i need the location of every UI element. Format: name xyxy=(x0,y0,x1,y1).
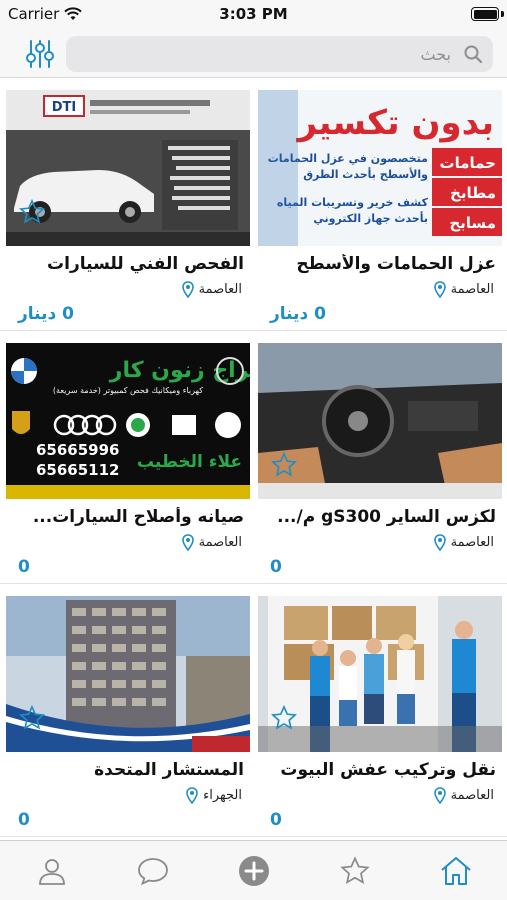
location-label: العاصمة xyxy=(450,535,494,550)
ad-tag: حمامات xyxy=(440,154,497,172)
listing-title: الفحص الفني للسيارات xyxy=(47,254,244,274)
person-icon xyxy=(39,859,65,885)
listing-price: 0 xyxy=(18,557,30,577)
home-icon xyxy=(441,857,471,885)
location-pin-icon xyxy=(433,787,446,804)
location-pin-icon xyxy=(433,281,446,298)
ad-text-line: كشف خرير وتسريبات المياه xyxy=(277,196,429,209)
listing-card[interactable]: DTI الفحص الفني للسيارات العاصمة 0 دينار xyxy=(6,78,250,324)
listing-price: 0 دينار xyxy=(18,304,74,324)
location-label: العاصمة xyxy=(198,535,242,550)
listing-location: العاصمة xyxy=(433,281,494,298)
listing-title: صيانه وأصلاح السيارات... xyxy=(32,507,244,527)
location-pin-icon xyxy=(186,787,198,804)
listing-card[interactable]: نقل وتركيب عفش البيوت العاصمة 0 xyxy=(258,584,502,830)
tab-profile[interactable] xyxy=(34,853,70,889)
search-header xyxy=(0,30,507,78)
location-label: الجهراء xyxy=(203,788,242,803)
listings-grid: بدون تكسير متخصصون في عزل الحمامات والأس… xyxy=(0,78,507,840)
ad-phone: 65665996 xyxy=(36,441,120,459)
listing-title: عزل الحمامات والأسطح xyxy=(296,254,496,274)
ad-image-insulation: بدون تكسير متخصصون في عزل الحمامات والأس… xyxy=(258,90,502,246)
location-pin-icon xyxy=(181,281,194,298)
location-pin-icon xyxy=(433,534,446,551)
add-circle-icon xyxy=(239,856,269,886)
listing-image: كراج زنون كار كهرباء وميكانيك فحص كمبيوت… xyxy=(6,343,250,499)
listing-image: بدون تكسير متخصصون في عزل الحمامات والأس… xyxy=(258,90,502,246)
listing-price: 0 xyxy=(18,810,30,830)
listing-card[interactable]: بدون تكسير متخصصون في عزل الحمامات والأس… xyxy=(258,78,502,324)
listing-location: العاصمة xyxy=(433,787,494,804)
listing-title: لكزس الساير gS300 م/... xyxy=(277,507,496,527)
listing-location: العاصمة xyxy=(181,534,242,551)
listing-card[interactable]: كراج زنون كار كهرباء وميكانيك فحص كمبيوت… xyxy=(6,331,250,577)
listing-card[interactable]: لكزس الساير gS300 م/... العاصمة 0 xyxy=(258,331,502,577)
tab-home[interactable] xyxy=(438,853,474,889)
ad-text-headline: كراج زنون كار xyxy=(109,358,250,383)
star-icon[interactable] xyxy=(18,198,46,226)
battery-tip xyxy=(501,11,504,17)
ad-phone: 65665112 xyxy=(36,461,120,479)
search-bar[interactable] xyxy=(66,36,493,72)
ad-owner-name: علاء الخطيب xyxy=(137,452,242,472)
location-label: العاصمة xyxy=(198,282,242,297)
star-icon[interactable] xyxy=(18,704,46,732)
status-bar: Carrier 3:03 PM xyxy=(0,0,507,30)
row-divider xyxy=(0,836,507,837)
star-outline-icon xyxy=(340,856,370,885)
sliders-icon xyxy=(26,40,54,68)
location-pin-icon xyxy=(181,534,194,551)
clock: 3:03 PM xyxy=(219,5,288,23)
listing-location: الجهراء xyxy=(186,787,242,804)
tab-messages[interactable] xyxy=(135,853,171,889)
listing-location: العاصمة xyxy=(181,281,242,298)
ad-text-headline: بدون تكسير xyxy=(295,103,494,143)
listing-price: 0 دينار xyxy=(270,304,326,324)
listing-card[interactable]: المستشار المتحدة الجهراء 0 xyxy=(6,584,250,830)
filter-button[interactable] xyxy=(22,38,58,70)
star-icon[interactable] xyxy=(270,704,298,732)
listing-location: العاصمة xyxy=(433,534,494,551)
listing-title: المستشار المتحدة xyxy=(94,760,244,780)
location-label: العاصمة xyxy=(450,282,494,297)
ad-tag: مسابح xyxy=(449,214,496,232)
listing-price: 0 xyxy=(270,557,282,577)
ad-text-line: بأحدث جهاز الكتروني xyxy=(313,211,428,225)
location-label: العاصمة xyxy=(450,788,494,803)
chat-bubble-icon xyxy=(138,858,168,886)
ad-text-line: والأسطح بأحدث الطرق xyxy=(303,167,428,181)
ad-logo-text: DTI xyxy=(52,100,77,115)
ad-image-garage: كراج زنون كار كهرباء وميكانيك فحص كمبيوت… xyxy=(6,343,250,499)
search-input[interactable] xyxy=(66,36,493,72)
star-icon[interactable] xyxy=(270,451,298,479)
battery-icon xyxy=(471,7,499,21)
ad-text-line: كهرباء وميكانيك فحص كمبيوتر (خدمة سريعة) xyxy=(53,386,203,395)
ad-tag: مطابخ xyxy=(450,184,496,202)
tab-add[interactable] xyxy=(236,853,272,889)
tab-bar xyxy=(0,840,507,900)
tab-favorites[interactable] xyxy=(337,853,373,889)
listing-title: نقل وتركيب عفش البيوت xyxy=(280,760,496,780)
listing-price: 0 xyxy=(270,810,282,830)
search-icon xyxy=(464,45,483,64)
